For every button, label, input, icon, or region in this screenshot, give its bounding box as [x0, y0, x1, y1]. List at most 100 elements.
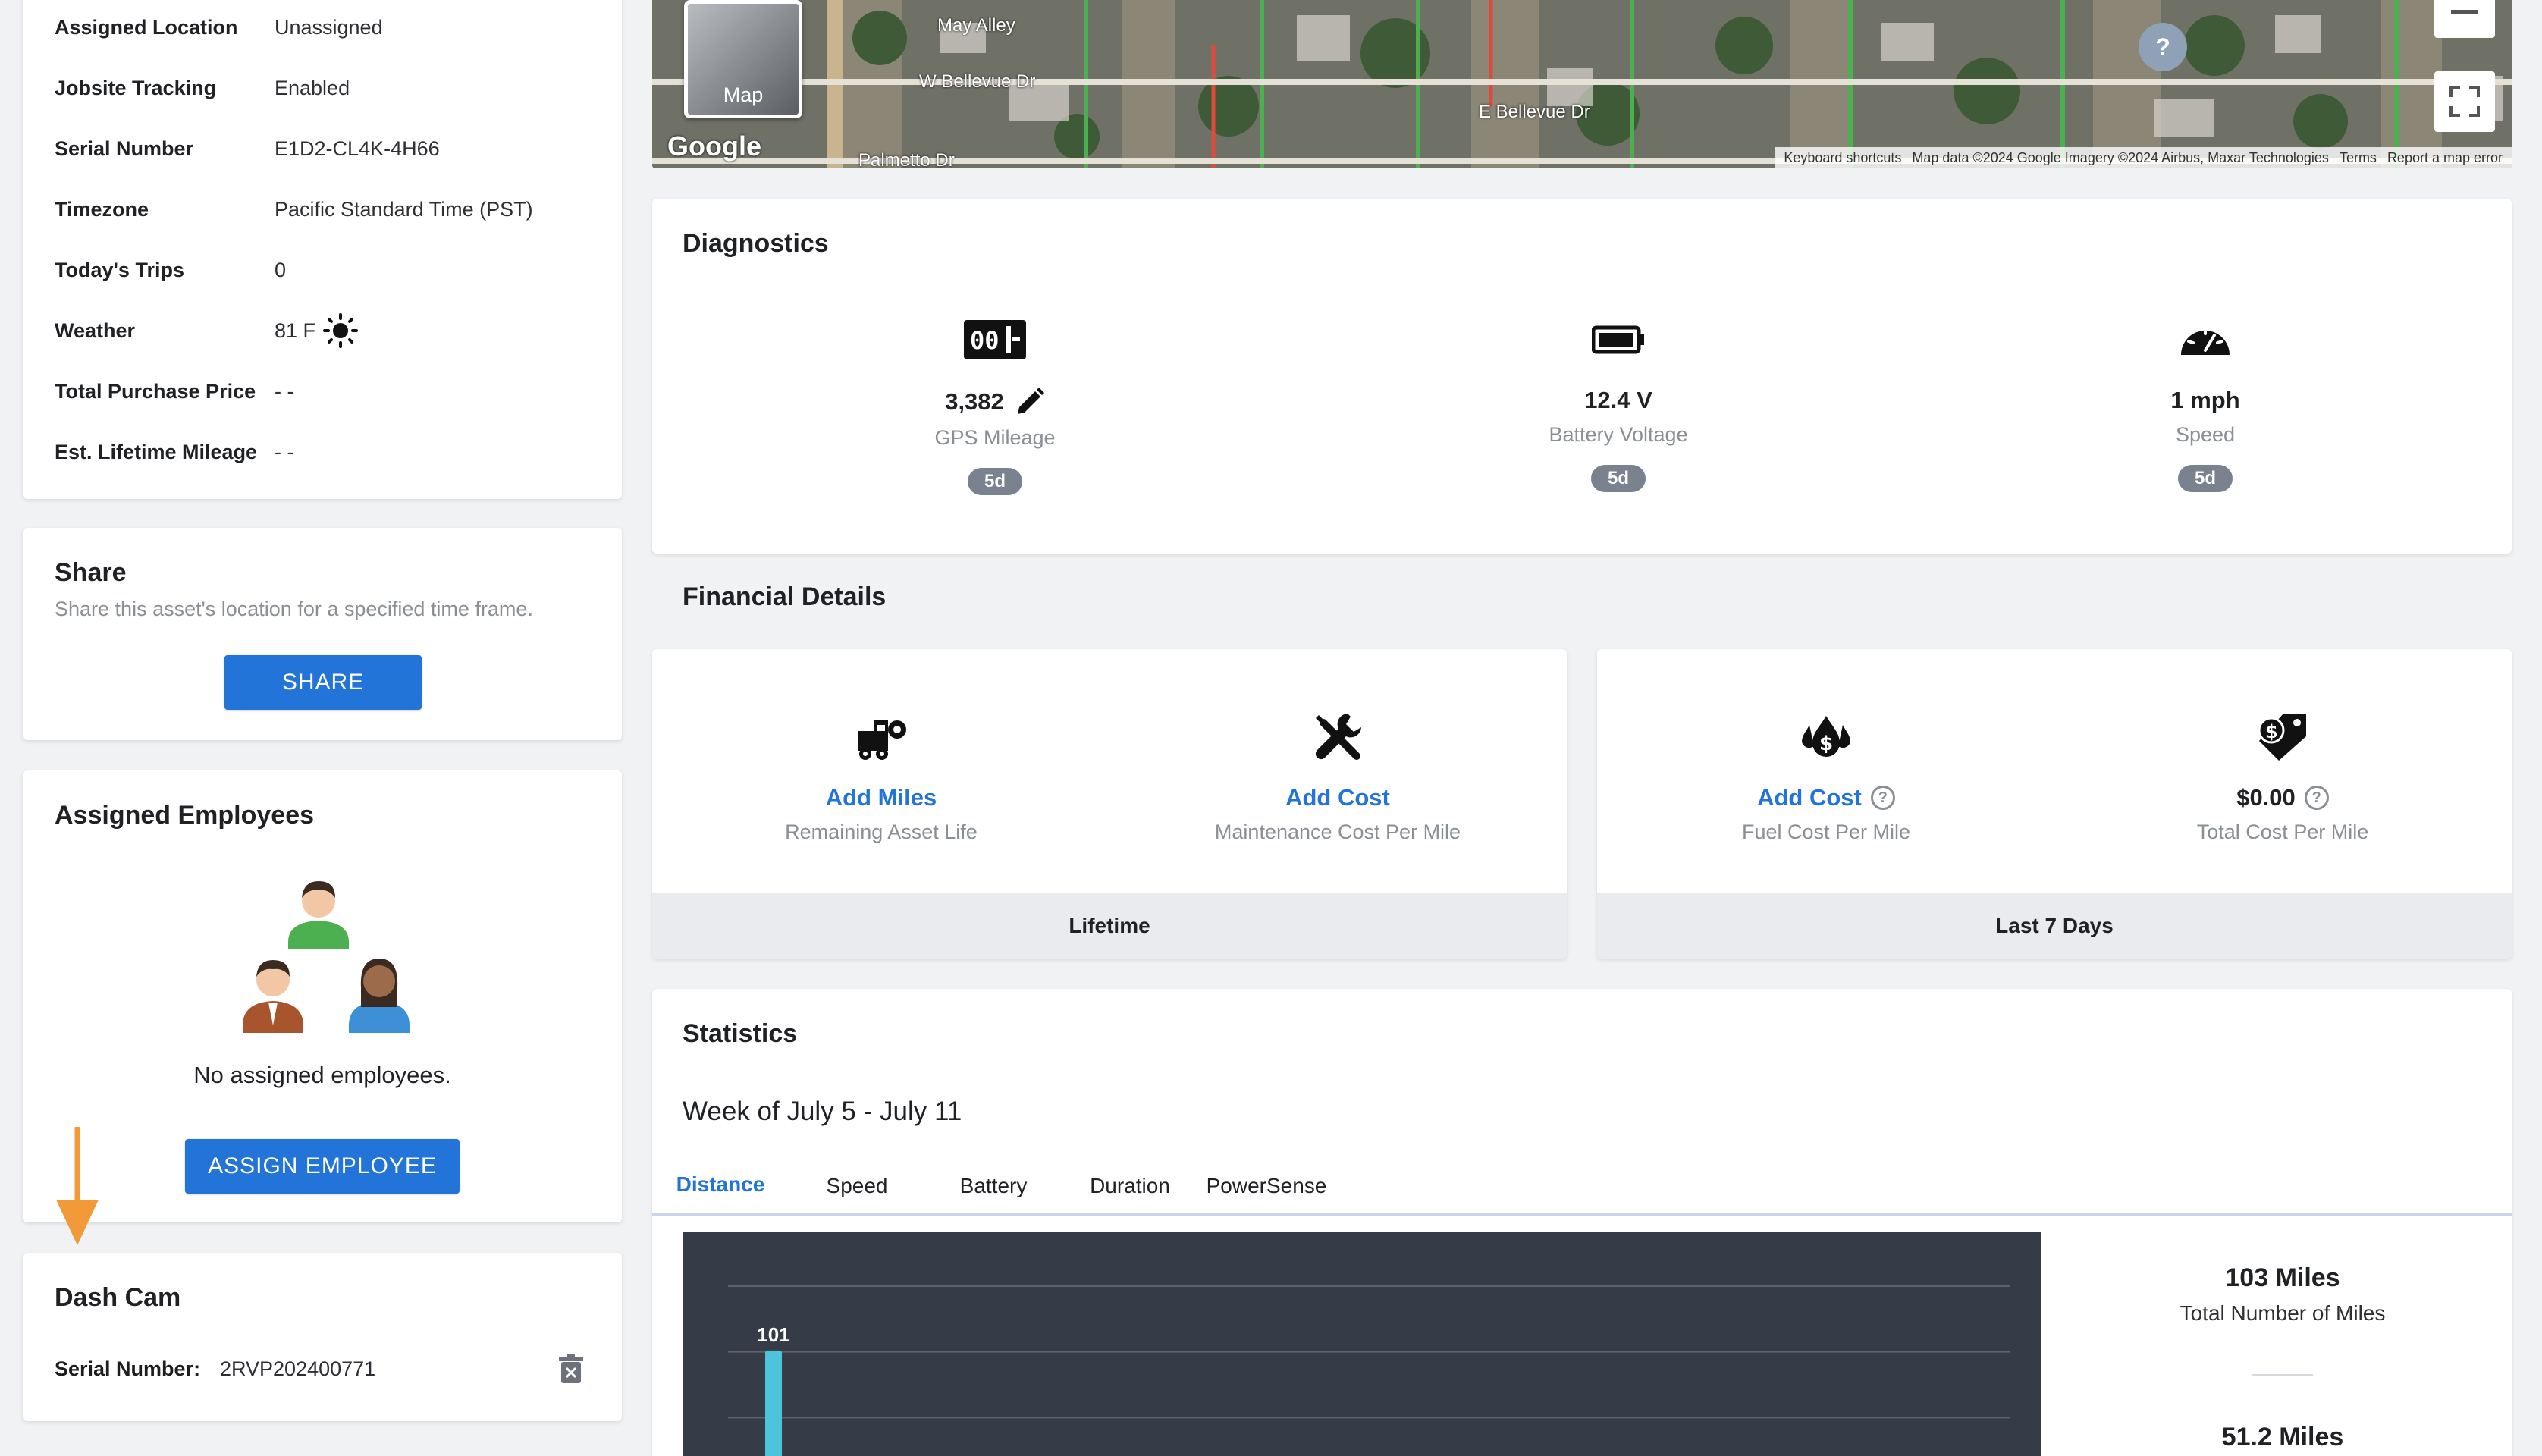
info-value: - - — [275, 440, 294, 463]
financial-item-miles: Add Miles Remaining Asset Life — [654, 710, 1109, 844]
info-row-todays-trips: Today's Trips 0 — [55, 255, 286, 285]
map-attribution: Keyboard shortcuts Map data ©2024 Google… — [1775, 147, 2512, 168]
gps-mileage-value: 3,382 — [945, 388, 1004, 415]
status-badge: 5d — [2177, 465, 2233, 492]
svg-text:$: $ — [2265, 721, 2278, 742]
tab-distance[interactable]: Distance — [652, 1156, 789, 1216]
financial-item-total-cost: $ $0.00 ? Total Cost Per Mile — [2055, 710, 2510, 844]
last-7-days-footer: Last 7 Days — [1597, 893, 2512, 959]
speedometer-icon — [2178, 312, 2233, 367]
edit-pencil-icon[interactable] — [1015, 387, 1045, 417]
financial-title: Financial Details — [683, 582, 887, 611]
weather-temperature: 81 F — [275, 318, 316, 342]
tab-battery[interactable]: Battery — [925, 1156, 1062, 1216]
tab-powersense[interactable]: PowerSense — [1198, 1156, 1335, 1216]
help-icon[interactable]: ? — [2304, 786, 2329, 810]
report-error-link[interactable]: Report a map error — [2387, 150, 2503, 166]
odometer-icon: 00 — [962, 312, 1028, 367]
add-miles-link[interactable]: Add Miles — [826, 784, 937, 811]
metric-label: Speed — [2175, 423, 2236, 446]
info-row-lifetime-mileage: Est. Lifetime Mileage - - — [55, 437, 293, 467]
summary-divider — [2252, 1374, 2313, 1376]
dashcam-title: Dash Cam — [55, 1283, 181, 1312]
info-value: Enabled — [275, 76, 350, 99]
tabs-divider — [652, 1213, 2512, 1216]
street-label: Palmetto Dr — [858, 150, 955, 168]
metric-label: Total Cost Per Mile — [2196, 821, 2369, 843]
keyboard-shortcuts-link[interactable]: Keyboard shortcuts — [1784, 150, 1901, 166]
info-row-purchase-price: Total Purchase Price - - — [55, 376, 293, 406]
assigned-employees-card: Assigned Employees No assigned employees… — [23, 770, 622, 1222]
employees-illustration-icon — [243, 881, 410, 1033]
info-row-location: Assigned Location Unassigned — [55, 12, 383, 42]
add-fuel-cost-label: Add Cost — [1757, 784, 1862, 811]
lifetime-footer: Lifetime — [652, 893, 1567, 959]
info-row-serial-number: Serial Number E1D2-CL4K-4H66 — [55, 133, 440, 164]
status-badge: 5d — [1590, 465, 1646, 492]
info-label: Assigned Location — [55, 15, 238, 39]
share-subtitle: Share this asset's location for a specif… — [55, 598, 533, 620]
info-label: Est. Lifetime Mileage — [55, 440, 258, 463]
tab-speed[interactable]: Speed — [789, 1156, 925, 1216]
map-view[interactable]: Map Google May Alley W Bellevue Dr E Bel… — [652, 0, 2512, 168]
info-value: Unassigned — [275, 15, 383, 39]
fuel-dollar-icon: $ — [1799, 710, 1853, 764]
status-badge: 5d — [967, 468, 1022, 495]
info-label: Timezone — [55, 197, 149, 221]
help-icon[interactable]: ? — [1870, 786, 1895, 810]
terms-link[interactable]: Terms — [2340, 150, 2377, 166]
metric-value: 12.4 V — [1584, 387, 1652, 413]
delete-icon[interactable] — [558, 1354, 584, 1385]
street-view-icon[interactable]: ? — [2139, 23, 2187, 71]
share-card: Share Share this asset's location for a … — [23, 528, 622, 740]
financial-item-fuel: $ Add Cost ? Fuel Cost Per Mile — [1599, 710, 2054, 844]
dashcam-serial-label: Serial Number: — [55, 1357, 201, 1380]
info-label: Total Purchase Price — [55, 379, 256, 403]
fullscreen-icon — [2449, 86, 2480, 117]
share-button[interactable]: SHARE — [224, 655, 422, 710]
map-type-label: Map — [723, 83, 764, 106]
map-type-button[interactable]: Map — [684, 0, 802, 118]
financial-week-card: $ Add Cost ? Fuel Cost Per Mile $ $0.00 … — [1597, 649, 2512, 959]
chart-data-label: 101 — [757, 1323, 789, 1346]
metric-speed: 1 mph Speed 5d — [1978, 312, 2433, 492]
metric-value: 3,382 — [945, 387, 1045, 417]
street-label: E Bellevue Dr — [1479, 102, 1590, 122]
total-miles-value: 103 Miles — [2225, 1263, 2340, 1292]
dash-cam-card: Dash Cam Serial Number: 2RVP202400771 — [23, 1253, 622, 1421]
financial-item-maintenance: Add Cost Maintenance Cost Per Mile — [1110, 710, 1565, 844]
financial-lifetime-card: Add Miles Remaining Asset Life Add Cost … — [652, 649, 1567, 959]
metric-label: GPS Mileage — [934, 426, 1056, 449]
chart-bar[interactable] — [765, 1350, 782, 1456]
info-label: Weather — [55, 318, 136, 342]
info-label: Today's Trips — [55, 258, 184, 281]
svg-text:$: $ — [1819, 733, 1833, 755]
minus-icon — [2451, 9, 2478, 14]
info-value: 0 — [275, 258, 287, 281]
info-row-timezone: Timezone Pacific Standard Time (PST) — [55, 194, 533, 224]
street-label: W Bellevue Dr — [919, 71, 1036, 92]
fullscreen-button[interactable] — [2434, 71, 2495, 132]
total-miles-label: Total Number of Miles — [2180, 1301, 2386, 1325]
street-label: May Alley — [937, 15, 1015, 36]
metric-gps-mileage: 00 3,382 GPS Mileage 5d — [767, 312, 1222, 495]
statistics-title: Statistics — [683, 1019, 798, 1048]
add-maintenance-cost-link[interactable]: Add Cost — [1285, 784, 1390, 811]
week-label: Week of July 5 - July 11 — [683, 1097, 962, 1126]
info-row-jobsite-tracking: Jobsite Tracking Enabled — [55, 73, 350, 103]
distance-chart: 101100000 — [683, 1232, 2041, 1456]
metric-battery-voltage: 12.4 V Battery Voltage 5d — [1391, 312, 1846, 492]
add-fuel-cost-link[interactable]: Add Cost ? — [1757, 784, 1895, 811]
info-value: Pacific Standard Time (PST) — [275, 197, 533, 221]
truck-gear-icon — [855, 710, 908, 764]
assign-employee-button[interactable]: ASSIGN EMPLOYEE — [185, 1139, 460, 1194]
info-label: Serial Number — [55, 136, 194, 160]
info-label: Jobsite Tracking — [55, 76, 217, 99]
zoom-out-button[interactable] — [2434, 0, 2495, 38]
share-title: Share — [55, 558, 127, 587]
tab-duration[interactable]: Duration — [1062, 1156, 1198, 1216]
metric-label: Battery Voltage — [1549, 423, 1688, 446]
metric-label: Fuel Cost Per Mile — [1741, 821, 1911, 843]
asset-info-card: Assigned Location Unassigned Jobsite Tra… — [23, 0, 622, 499]
chart-background — [683, 1232, 2041, 1456]
